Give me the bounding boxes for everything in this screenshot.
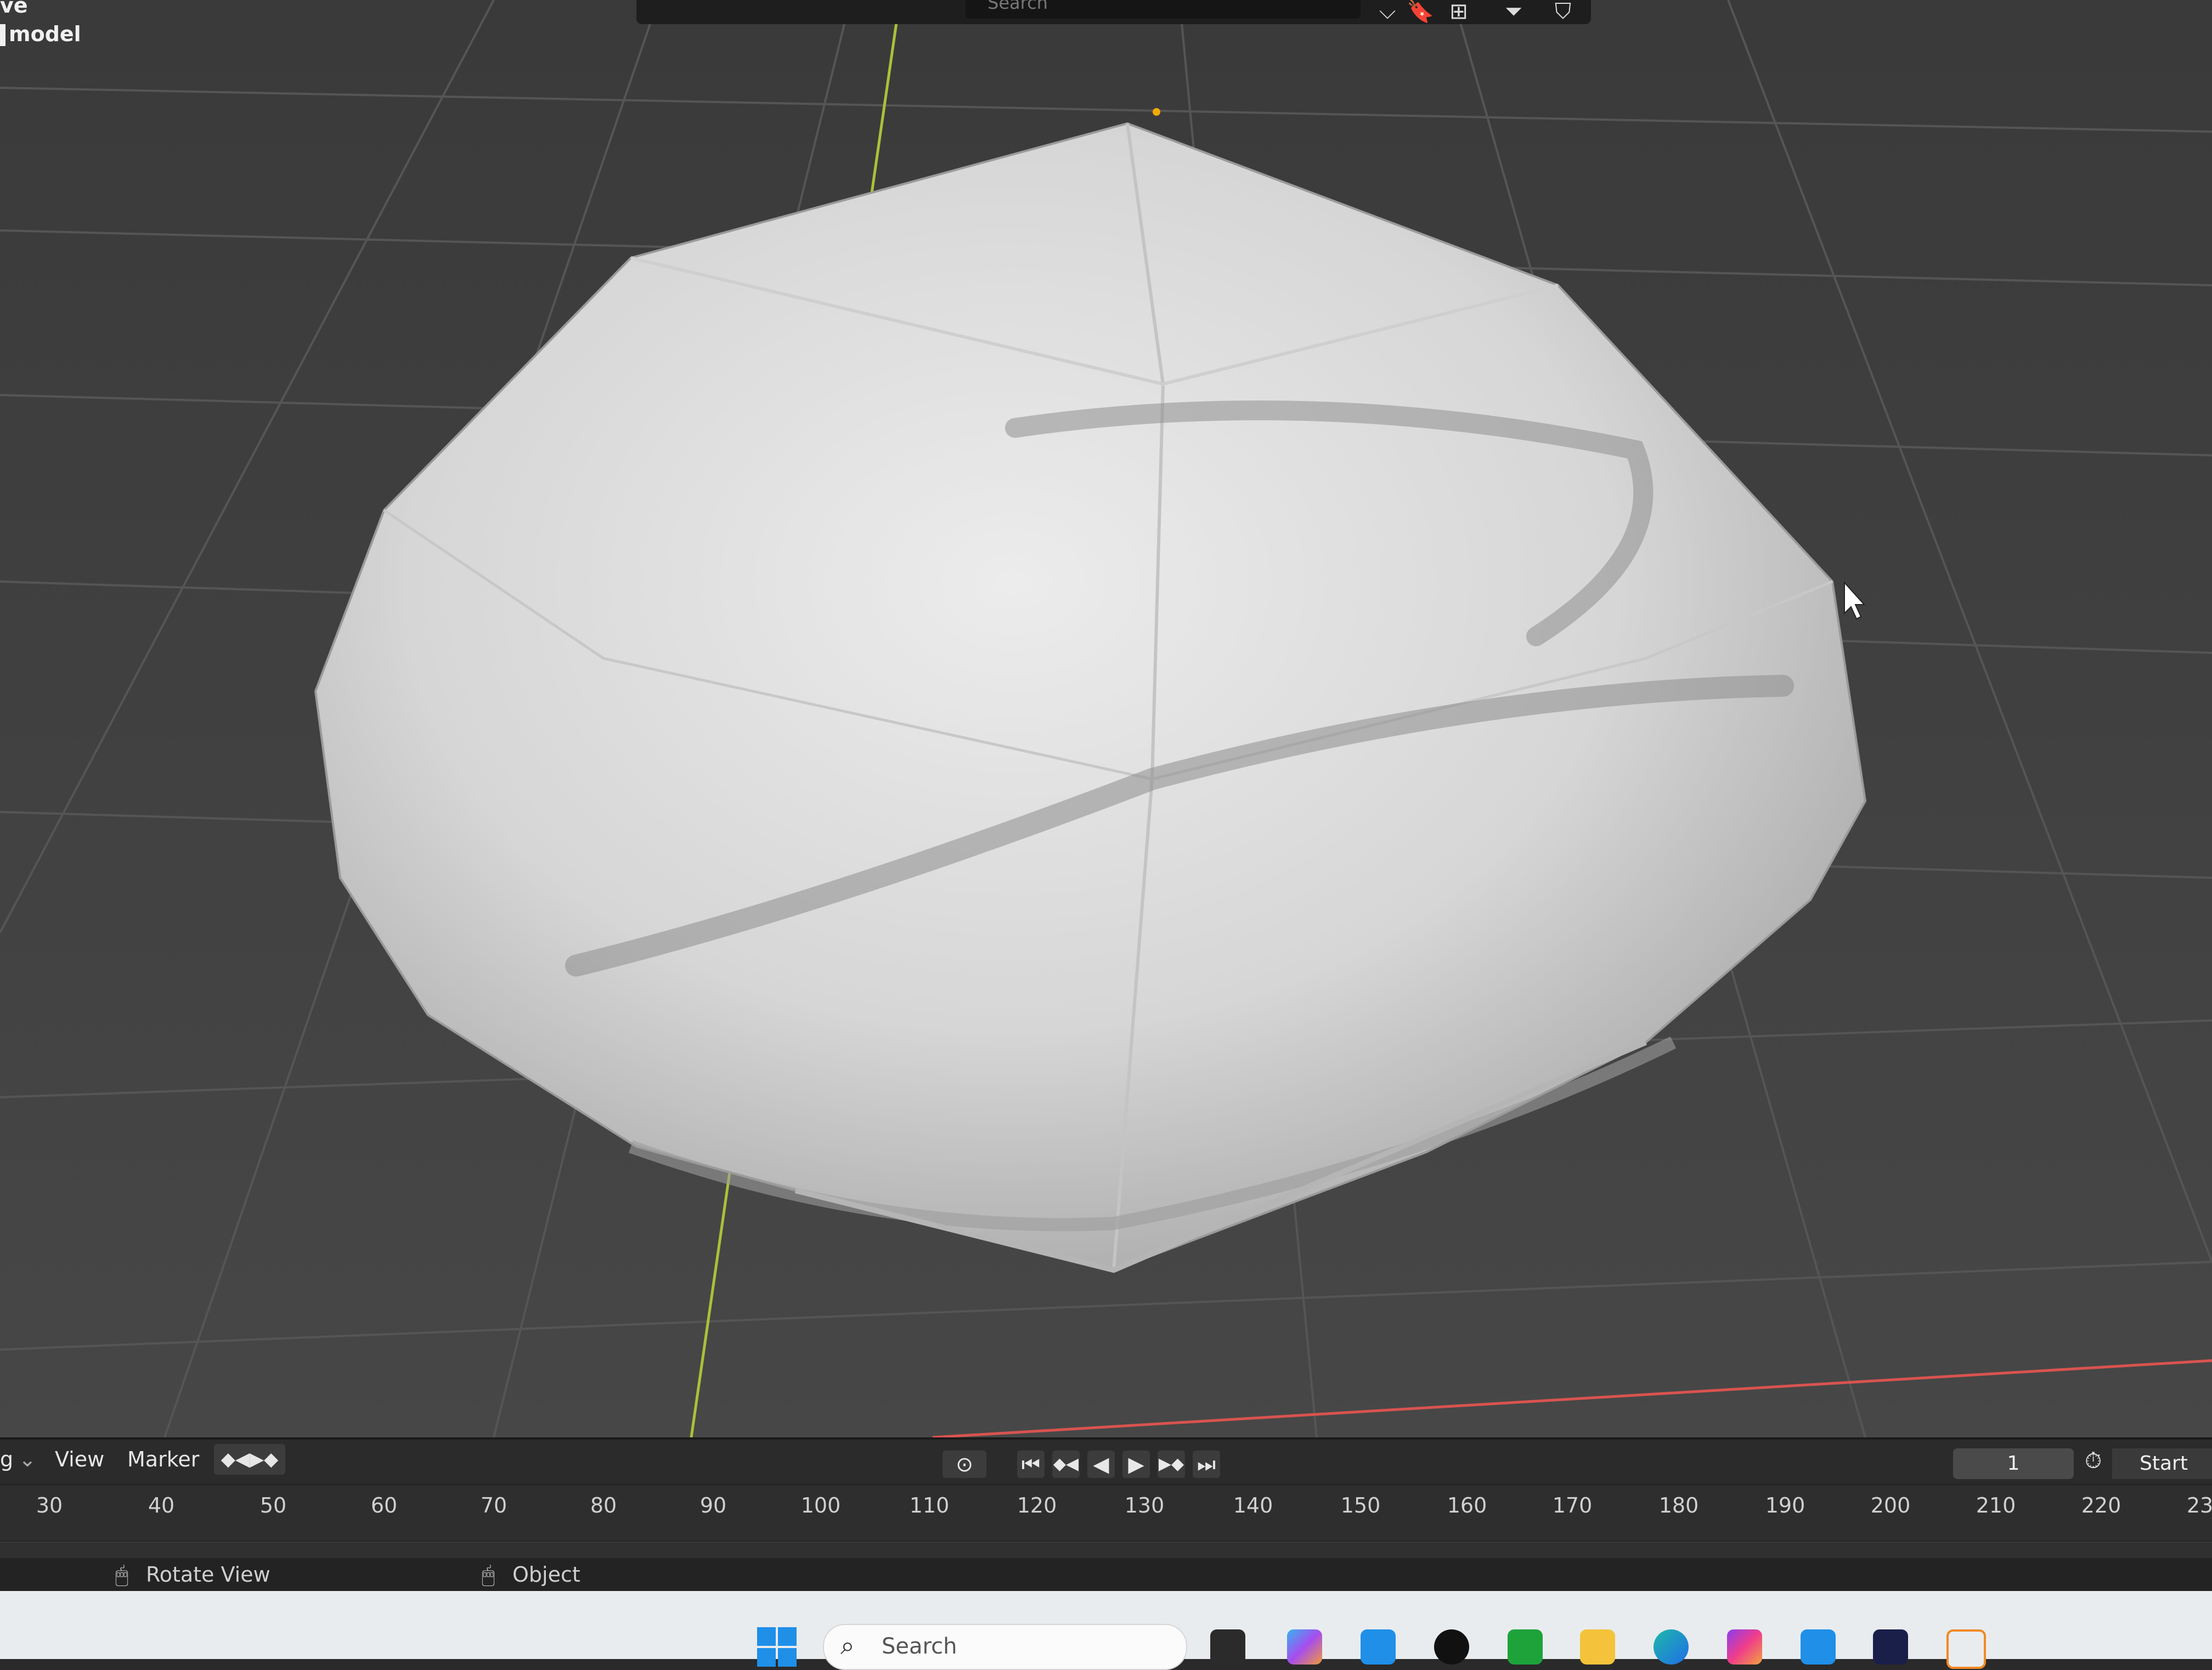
viewport-label-marker [0,24,5,46]
ruler-tick: 90 [699,1493,727,1517]
play-icon[interactable]: ▶ [1122,1451,1150,1478]
viewport-scene [0,0,2212,1437]
ruler-tick: 130 [1124,1493,1165,1517]
chevron-down-icon[interactable]: ⌵ [1372,0,1403,23]
timeline-header: g ⌄ View Marker ◆◀▶◆ ⊙ ⏮ ◆◀ ◀ ▶ ▶◆ ⏭ 1 ⏱… [0,1437,2212,1483]
keyframe-toggle-icon[interactable]: ◆◀▶◆ [214,1444,285,1475]
ruler-tick: 200 [1870,1493,1911,1517]
status-bar: 🖱 Rotate View 🖱 Object [0,1558,2212,1591]
xbox-icon[interactable] [1508,1629,1543,1665]
ruler-tick: 220 [2081,1493,2121,1517]
filter-icon[interactable]: ⏷ [1498,0,1530,23]
jump-start-icon[interactable]: ⏮ [1017,1451,1045,1478]
windows-start-icon[interactable] [757,1627,797,1667]
ruler-tick: 160 [1447,1493,1487,1517]
chevron-down-icon[interactable]: ⌄ [19,1447,36,1471]
ruler-tick: 120 [1017,1493,1057,1517]
play-reverse-icon[interactable]: ◀ [1087,1451,1115,1478]
ruler-tick: 30 [36,1493,63,1517]
ruler-tick: 70 [480,1493,507,1517]
active-object-name: model [9,22,81,46]
task-view-icon[interactable] [1210,1629,1245,1665]
prev-keyframe-icon[interactable]: ◆◀ [1052,1451,1080,1478]
ruler-tick: 60 [370,1493,398,1517]
ruler-tick: 190 [1765,1493,1805,1517]
layout-icon[interactable]: ⊞ [1443,0,1475,23]
start-frame-field[interactable]: Start [2112,1448,2212,1479]
mouse-right-icon: 🖱 [482,1562,495,1588]
shield-check-icon[interactable]: ⛉ [1547,0,1579,23]
status-hint-object: Object [512,1562,580,1587]
ruler-tick: 140 [1233,1493,1273,1517]
ruler-tick: 180 [1658,1493,1699,1517]
ruler-tick: 150 [1340,1493,1381,1517]
stopwatch-icon[interactable]: ⏱ [2085,1448,2102,1474]
photos-icon[interactable] [1801,1629,1836,1665]
frame-ruler[interactable]: 30 40 50 60 70 80 90 100 110 120 130 140… [0,1486,2212,1541]
taskbar-search-placeholder: Search [882,1634,957,1659]
taskbar-search-box[interactable]: ⌕ Search [823,1624,1187,1670]
ruler-tick: 80 [590,1493,617,1517]
store-icon[interactable] [1361,1629,1396,1665]
windows-taskbar: ⌕ Search [0,1591,2212,1670]
ruler-tick: 40 [148,1493,175,1517]
object-origin-dot [1153,108,1160,116]
playback-menu[interactable]: g [0,1447,13,1471]
header-search-placeholder: Search [988,0,1048,13]
viewport-header: Search ⌵ 🔖 ⊞ ⏷ ⛉ [636,0,1591,24]
status-hint-rotate: Rotate View [146,1562,270,1587]
header-search-field[interactable]: Search [966,0,1361,19]
start-frame-label: Start [2140,1452,2188,1475]
copilot-icon[interactable] [1287,1629,1322,1665]
ruler-tick: 210 [1976,1493,2016,1517]
instagram-icon[interactable] [1727,1629,1762,1665]
mouse-left-icon: 🖱 [115,1562,128,1588]
jump-end-icon[interactable]: ⏭ [1193,1451,1220,1478]
blender-icon[interactable] [1946,1629,1986,1669]
record-button[interactable]: ⊙ [943,1451,986,1478]
edge-icon[interactable] [1654,1629,1689,1665]
3d-viewport[interactable]: ve model Search ⌵ 🔖 ⊞ ⏷ ⛉ [0,0,2212,1437]
ruler-tick: 170 [1552,1493,1593,1517]
next-keyframe-icon[interactable]: ▶◆ [1158,1451,1185,1478]
media-icon[interactable] [1434,1629,1469,1665]
bookmark-icon[interactable]: 🔖 [1404,0,1436,23]
ruler-tick: 100 [800,1493,841,1517]
ruler-tick: 23 [2186,1493,2212,1517]
viewport-mode-label: ve [0,0,28,18]
search-icon: ⌕ [840,1630,855,1660]
creative-app-icon[interactable] [1873,1629,1908,1665]
marker-menu[interactable]: Marker [127,1447,199,1471]
ruler-tick: 50 [259,1493,287,1517]
file-explorer-icon[interactable] [1580,1629,1615,1665]
current-frame-field[interactable]: 1 [1953,1448,2074,1479]
ruler-tick: 110 [909,1493,950,1517]
view-menu[interactable]: View [55,1447,104,1471]
